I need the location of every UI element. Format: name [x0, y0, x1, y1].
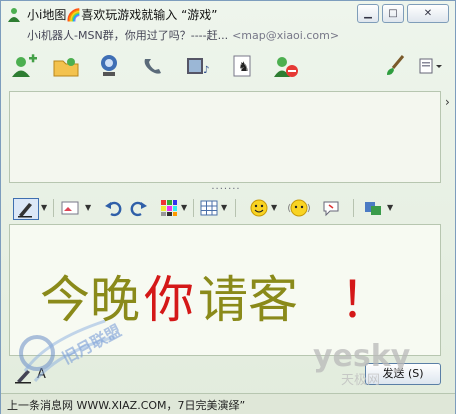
wink-button[interactable] — [287, 198, 311, 218]
invite-button[interactable] — [9, 53, 39, 79]
webcam-icon — [101, 55, 117, 76]
title-bar: 小i地图🌈喜欢玩游戏就输入 “游戏” 小i机器人-MSN群，你用过了吗？----… — [1, 1, 455, 45]
window-title: 小i地图🌈喜欢玩游戏就输入 “游戏” — [27, 8, 218, 22]
msn-buddy-icon — [8, 8, 20, 22]
color-dropdown-icon[interactable]: ▼ — [181, 203, 187, 212]
toolbar-separator — [193, 199, 194, 217]
font-button[interactable] — [13, 198, 39, 220]
undo-button[interactable] — [103, 198, 123, 218]
svg-text:♞: ♞ — [238, 60, 250, 75]
handwritten-text-red: 你 — [144, 271, 194, 329]
toolbar-separator — [53, 199, 54, 217]
pen-icon — [15, 370, 31, 384]
voice-clip-icon — [365, 202, 381, 215]
redo-icon — [130, 201, 147, 217]
format-toolbar: ▼ ▼ ▼ ▼ ▼ ▼ — [9, 195, 441, 223]
menu-button[interactable] — [415, 53, 445, 79]
send-button[interactable]: 发送 (S) — [365, 363, 441, 385]
wink-icon — [288, 199, 310, 217]
undo-icon — [105, 201, 122, 217]
handwritten-message: 今晚 你 请客 ！ — [40, 271, 390, 329]
splitter-grip[interactable]: ....... — [206, 182, 246, 192]
toolbar-separator — [235, 199, 236, 217]
minimize-icon: ▁ — [364, 8, 372, 19]
handwritten-text-olive: 今晚 — [40, 271, 140, 329]
nudge-icon — [323, 201, 339, 217]
game-icon: ♞ — [233, 55, 251, 77]
close-button[interactable]: ✕ — [407, 4, 449, 23]
handwritten-text-red: ！ — [340, 271, 390, 329]
maximize-button[interactable]: □ — [382, 4, 404, 23]
send-file-button[interactable] — [51, 53, 81, 79]
color-button[interactable] — [159, 198, 179, 218]
handwritten-text-olive: 请客 — [198, 271, 298, 329]
add-contact-icon — [12, 54, 37, 77]
phone-icon — [144, 59, 161, 74]
games-button[interactable]: ♞ — [229, 53, 259, 79]
color-grid-icon — [161, 200, 177, 216]
block-button[interactable] — [271, 53, 301, 79]
text-mode-button[interactable]: A — [37, 367, 57, 385]
font-icon — [18, 203, 32, 218]
emoticon-button[interactable] — [249, 198, 269, 218]
table-icon — [200, 200, 218, 216]
chevron-right-icon: › — [445, 95, 450, 109]
video-button[interactable]: ♪ — [183, 53, 213, 79]
font-dropdown-icon[interactable]: ▼ — [41, 203, 47, 212]
voice-clip-button[interactable] — [363, 198, 385, 218]
status-bar: 上一条消息网 WWW.XIAZ.COM，7日完美演绎” — [1, 393, 455, 414]
minimize-button[interactable]: ▁ — [357, 4, 379, 23]
folder-icon — [53, 58, 79, 77]
window-subtitle: 小i机器人-MSN群，你用过了吗？----赶... <map@xiaoi.com> — [27, 27, 339, 43]
call-button[interactable] — [139, 53, 169, 79]
main-toolbar: ♪ ♞ — [1, 47, 455, 87]
text-mode-icon: A — [37, 367, 46, 382]
paint-icon — [387, 55, 405, 75]
background-button[interactable] — [59, 198, 81, 218]
voice-clip-dropdown-icon[interactable]: ▼ — [387, 203, 393, 212]
table-button[interactable] — [199, 198, 219, 218]
background-icon — [61, 201, 79, 215]
collapse-panel-button[interactable]: › — [445, 95, 455, 119]
im-window: 小i地图🌈喜欢玩游戏就输入 “游戏” 小i机器人-MSN群，你用过了吗？----… — [0, 0, 456, 414]
block-icon — [274, 57, 298, 77]
background-dropdown-icon[interactable]: ▼ — [85, 203, 91, 212]
handwriting-mode-button[interactable] — [13, 367, 35, 385]
video-icon: ♪ — [187, 58, 209, 76]
table-dropdown-icon[interactable]: ▼ — [221, 203, 227, 212]
conversation-history[interactable] — [9, 91, 441, 183]
redo-button[interactable] — [129, 198, 149, 218]
handwriting-compose-area[interactable]: 今晚 你 请客 ！ — [9, 224, 441, 356]
close-icon: ✕ — [423, 8, 433, 19]
emoticon-dropdown-icon[interactable]: ▼ — [271, 203, 277, 212]
emoticon-icon — [250, 199, 268, 217]
menu-icon — [419, 58, 442, 74]
nudge-button[interactable] — [321, 198, 341, 218]
webcam-button[interactable] — [95, 53, 125, 79]
subtitle-text: 小i机器人-MSN群，你用过了吗？----赶... — [27, 29, 229, 42]
contact-email: <map@xiaoi.com> — [232, 29, 340, 42]
background-paint-button[interactable] — [381, 53, 411, 79]
svg-text:♪: ♪ — [203, 65, 209, 76]
maximize-icon: □ — [388, 8, 398, 19]
status-text: 上一条消息网 WWW.XIAZ.COM，7日完美演绎” — [7, 399, 246, 412]
toolbar-separator — [353, 199, 354, 217]
